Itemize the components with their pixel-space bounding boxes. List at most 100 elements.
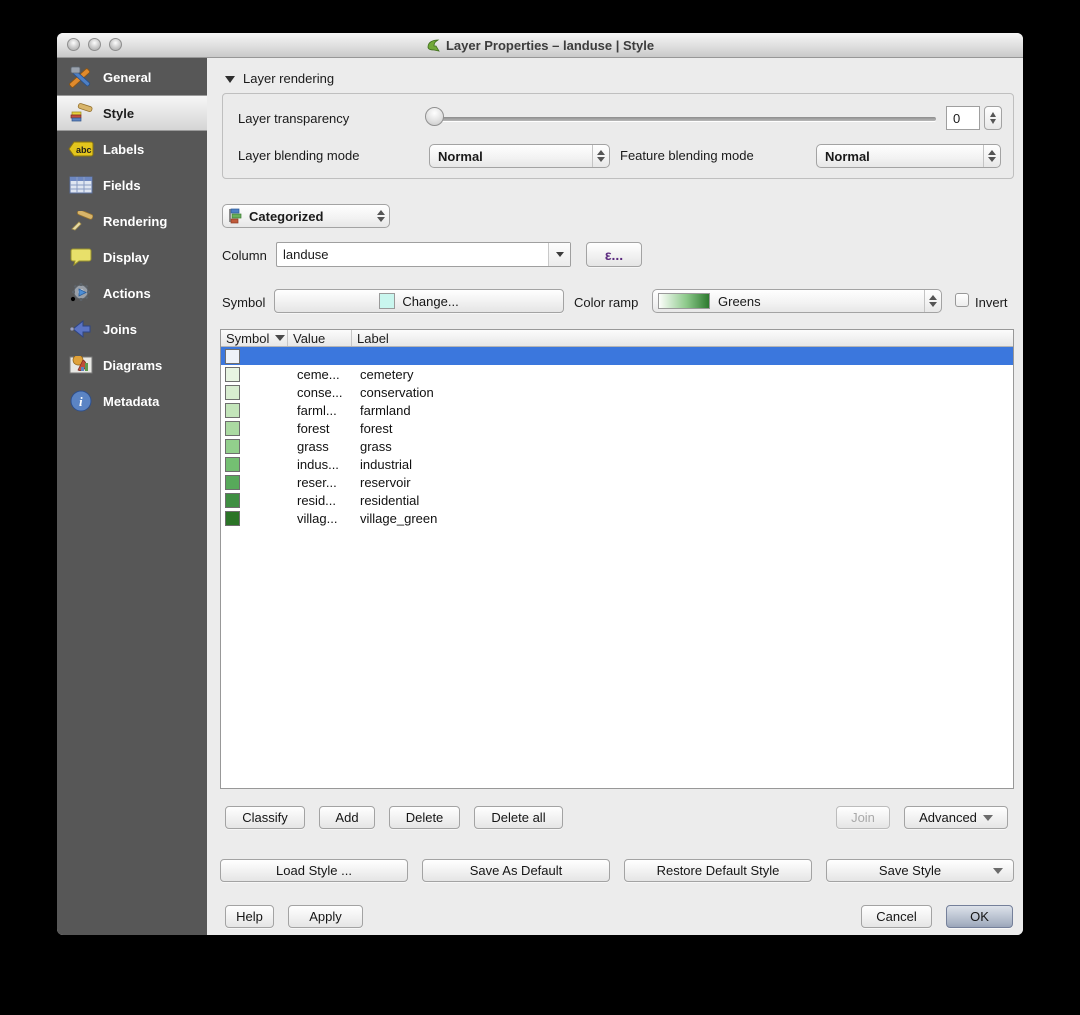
save-style-dropdown-icon (993, 867, 1003, 874)
renderer-type-select[interactable]: Categorized (222, 204, 390, 228)
load-style-button[interactable]: Load Style ... (220, 859, 408, 882)
sidebar-item-label: Display (103, 249, 150, 265)
category-swatch[interactable] (225, 438, 240, 454)
layer-properties-window: Layer Properties – landuse | Style Gener… (57, 33, 1023, 935)
delete-button[interactable]: Delete (389, 806, 460, 829)
render-brush-icon (68, 209, 94, 233)
save-style-button[interactable]: Save Style (826, 859, 1014, 882)
sidebar: General Style abc Labels Fields Rendering Disp… (57, 58, 207, 935)
symbol-swatch (379, 293, 396, 309)
category-swatch[interactable] (225, 492, 240, 508)
sidebar-item-rendering[interactable]: Rendering (57, 203, 207, 239)
speech-bubble-icon (68, 245, 94, 269)
category-label: residential (360, 492, 420, 508)
category-row-conservation[interactable]: conse... conservation (221, 383, 1013, 401)
sidebar-item-style[interactable]: Style (57, 95, 207, 131)
color-ramp-select[interactable]: Greens (652, 289, 942, 313)
svg-text:abc: abc (76, 145, 92, 155)
symbol-change-button[interactable]: Change... (274, 289, 564, 313)
info-icon: i (68, 389, 94, 413)
category-row-reservoir[interactable]: reser... reservoir (221, 473, 1013, 491)
category-row-empty[interactable] (221, 347, 1013, 365)
column-header-symbol[interactable]: Symbol (221, 330, 288, 346)
zoom-button[interactable] (109, 38, 122, 51)
sidebar-item-joins[interactable]: Joins (57, 311, 207, 347)
minimize-button[interactable] (88, 38, 101, 51)
transparency-value-input[interactable]: 0 (946, 106, 980, 130)
svg-text:i: i (79, 394, 83, 409)
category-row-grass[interactable]: grass grass (221, 437, 1013, 455)
feature-blending-label: Feature blending mode (620, 148, 754, 163)
transparency-slider[interactable] (429, 117, 936, 121)
sort-indicator-icon (275, 335, 286, 341)
category-swatch[interactable] (225, 384, 240, 400)
layer-blending-select[interactable]: Normal (429, 144, 610, 168)
restore-default-button[interactable]: Restore Default Style (624, 859, 812, 882)
sidebar-item-label: Actions (103, 285, 151, 301)
feature-blending-select[interactable]: Normal (816, 144, 1001, 168)
category-swatch[interactable] (225, 456, 240, 472)
sidebar-item-general[interactable]: General (57, 59, 207, 95)
category-value: conse... (297, 384, 343, 400)
transparency-stepper[interactable] (984, 106, 1002, 130)
category-swatch[interactable] (225, 510, 240, 526)
category-row-forest[interactable]: forest forest (221, 419, 1013, 437)
delete-all-button[interactable]: Delete all (474, 806, 563, 829)
layer-rendering-section[interactable]: Layer rendering (225, 71, 334, 86)
popup-arrows-icon (592, 145, 609, 167)
add-button[interactable]: Add (319, 806, 375, 829)
help-button[interactable]: Help (225, 905, 274, 928)
sidebar-item-actions[interactable]: Actions (57, 275, 207, 311)
window-title: Layer Properties – landuse | Style (445, 37, 655, 53)
join-arrow-icon (68, 317, 94, 341)
category-swatch[interactable] (225, 348, 240, 364)
category-swatch[interactable] (225, 474, 240, 490)
category-swatch[interactable] (225, 366, 240, 382)
save-as-default-button[interactable]: Save As Default (422, 859, 610, 882)
sidebar-item-label: Joins (103, 321, 137, 337)
invert-checkbox[interactable] (955, 293, 969, 307)
gear-play-icon (68, 281, 94, 305)
column-header-label[interactable]: Label (352, 330, 1013, 346)
sidebar-item-labels[interactable]: abc Labels (57, 131, 207, 167)
category-row-cemetery[interactable]: ceme... cemetery (221, 365, 1013, 383)
layer-rendering-group: Layer transparency 0 Layer blending mode… (222, 93, 1014, 179)
step-up-icon (990, 112, 996, 117)
sidebar-item-display[interactable]: Display (57, 239, 207, 275)
join-button[interactable]: Join (836, 806, 890, 829)
sidebar-item-metadata[interactable]: i Metadata (57, 383, 207, 419)
color-ramp-label: Color ramp (574, 295, 639, 310)
cancel-button[interactable]: Cancel (861, 905, 932, 928)
tools-icon (68, 65, 94, 89)
invert-label: Invert (975, 295, 1008, 310)
close-button[interactable] (67, 38, 80, 51)
combo-arrow-icon (548, 243, 570, 266)
category-swatch[interactable] (225, 420, 240, 436)
category-value: indus... (297, 456, 339, 472)
categorized-icon (223, 204, 247, 228)
category-row-industrial[interactable]: indus... industrial (221, 455, 1013, 473)
expression-builder-button[interactable]: ε... (586, 242, 642, 267)
category-label: conservation (360, 384, 434, 400)
category-value: villag... (297, 510, 338, 526)
category-swatch[interactable] (225, 402, 240, 418)
transparency-slider-thumb[interactable] (425, 107, 444, 126)
category-label: industrial (360, 456, 413, 472)
sidebar-item-fields[interactable]: Fields (57, 167, 207, 203)
category-value: forest (297, 420, 330, 436)
step-down-icon (990, 119, 996, 124)
table-rows: ceme... cemetery conse... conservation farml… (221, 347, 1013, 527)
category-row-residential[interactable]: resid... residential (221, 491, 1013, 509)
category-row-farmland[interactable]: farml... farmland (221, 401, 1013, 419)
column-header-value[interactable]: Value (288, 330, 352, 346)
sidebar-item-label: Labels (103, 141, 145, 157)
column-combobox[interactable]: landuse (276, 242, 571, 267)
sidebar-item-diagrams[interactable]: Diagrams (57, 347, 207, 383)
classify-button[interactable]: Classify (225, 806, 305, 829)
advanced-button[interactable]: Advanced (904, 806, 1008, 829)
ok-button[interactable]: OK (946, 905, 1013, 928)
apply-button[interactable]: Apply (288, 905, 363, 928)
category-row-village_green[interactable]: villag... village_green (221, 509, 1013, 527)
sidebar-item-label: Diagrams (103, 357, 163, 373)
sidebar-item-label: Style (103, 105, 135, 121)
